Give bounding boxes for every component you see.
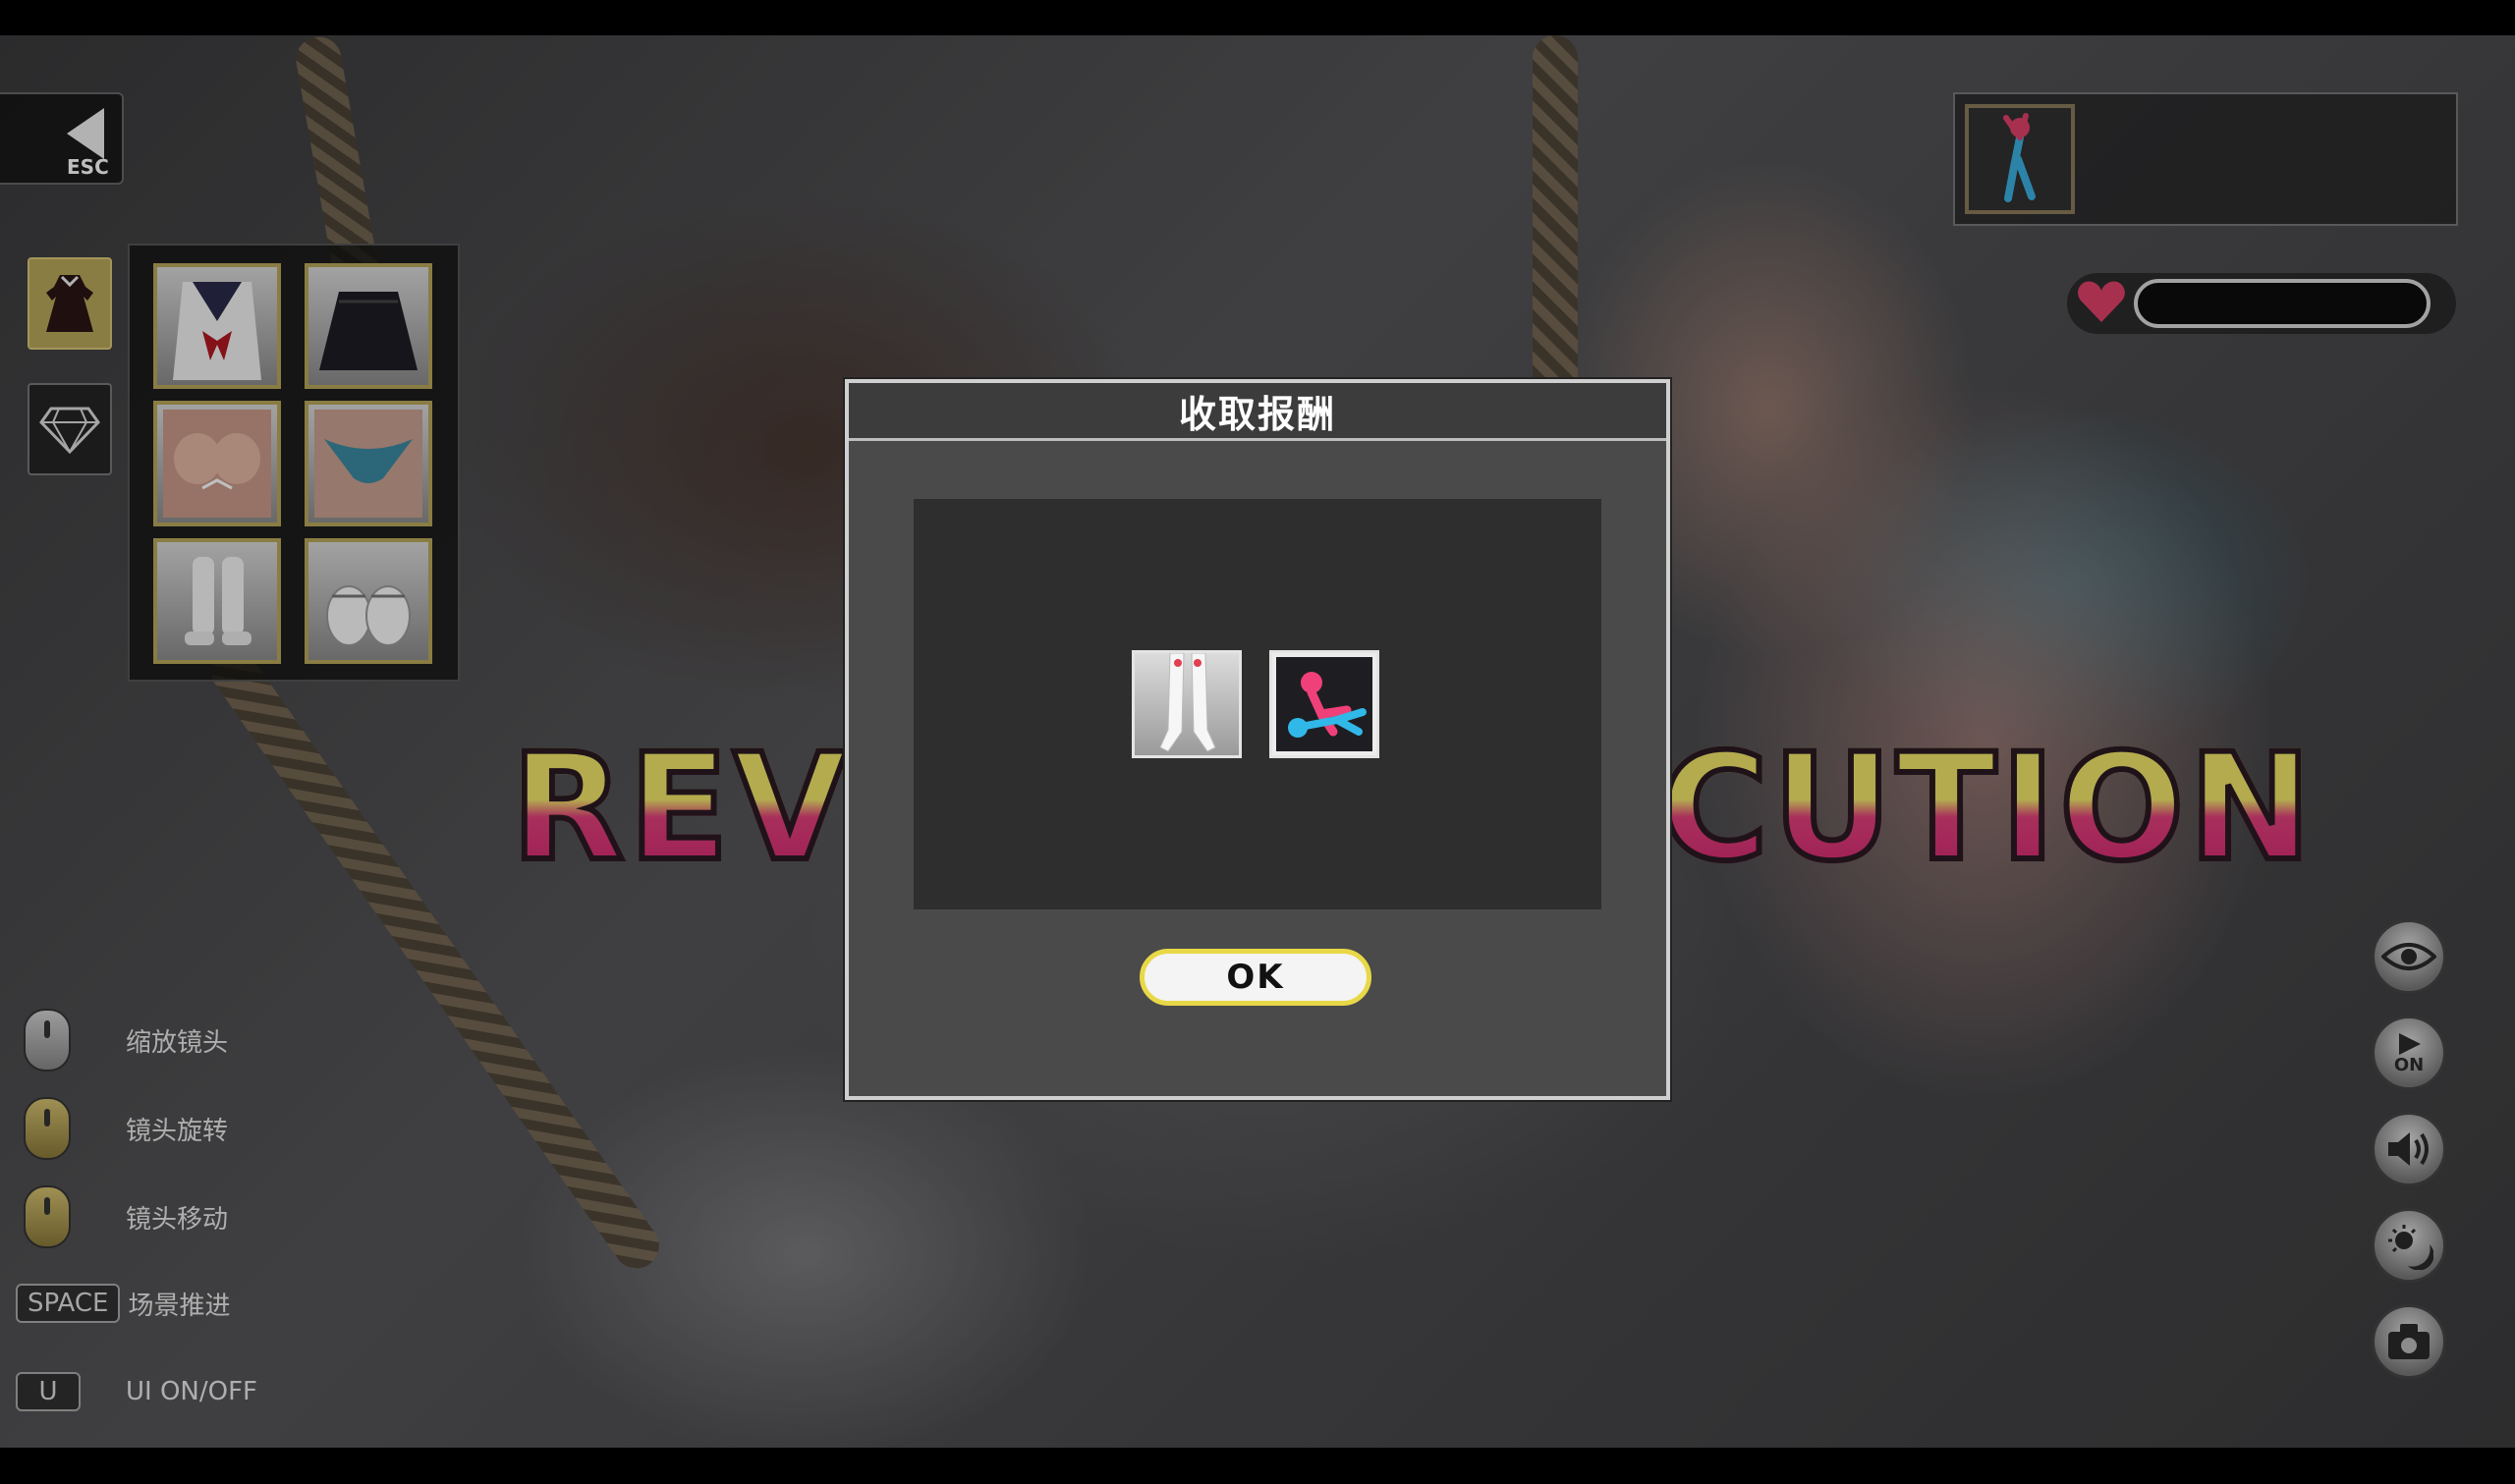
dialog-title-bar: 收取报酬 [849,383,1666,441]
ok-button[interactable]: OK [1140,949,1371,1006]
reward-dialog: 收取报酬 OK [845,379,1670,1100]
reward-item-stockings[interactable] [1132,650,1242,758]
reward-list [914,499,1601,909]
stockings-reward-icon [1159,653,1216,752]
reward-item-pose[interactable] [1269,650,1379,758]
pose-reward-icon [1276,657,1372,751]
dialog-title: 收取报酬 [1178,392,1336,436]
